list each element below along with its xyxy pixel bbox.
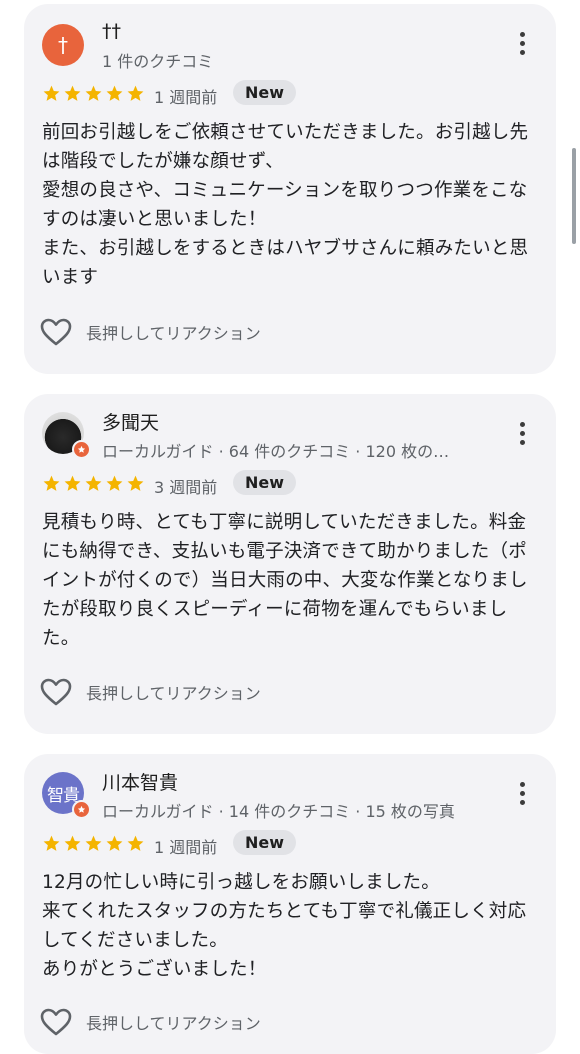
reaction-label: 長押ししてリアクション — [86, 1014, 261, 1033]
star-icon — [42, 474, 61, 493]
user-avatar[interactable]: † — [42, 24, 84, 66]
star-icon — [105, 834, 124, 853]
user-avatar[interactable] — [42, 412, 91, 459]
avatar-initial: † — [58, 33, 68, 57]
reviewer-name[interactable]: †† — [102, 20, 121, 42]
review-card: 多聞天 ローカルガイド · 64 件のクチコミ · 120 枚の… 3 週間前 … — [24, 394, 556, 734]
star-icon — [42, 84, 61, 103]
reviewer-name[interactable]: 川本智貴 — [102, 768, 178, 795]
new-badge: New — [233, 830, 297, 855]
review-text: 12月の忙しい時に引っ越しをお願いしました。 来てくれたスタッフの方たちとても丁… — [42, 872, 527, 980]
star-rating — [42, 834, 145, 853]
more-options-icon[interactable] — [512, 418, 532, 448]
star-icon — [84, 474, 103, 493]
star-rating — [42, 84, 145, 103]
star-icon — [84, 834, 103, 853]
review-text: 見積もり時、とても丁寧に説明していただきました。料金にも納得でき、支払いも電子決… — [42, 512, 528, 649]
heart-icon — [40, 1008, 72, 1036]
more-options-icon[interactable] — [512, 28, 532, 58]
reviewer-name[interactable]: 多聞天 — [102, 408, 159, 435]
star-icon — [84, 84, 103, 103]
star-icon — [63, 834, 82, 853]
reviewer-meta: 1 件のクチコミ — [102, 52, 214, 71]
reaction-button[interactable]: 長押ししてリアクション — [40, 1008, 261, 1036]
reaction-button[interactable]: 長押ししてリアクション — [40, 678, 261, 706]
new-badge: New — [233, 80, 297, 105]
reaction-label: 長押ししてリアクション — [86, 684, 261, 703]
star-icon — [126, 834, 145, 853]
review-card: 智貴 川本智貴 ローカルガイド · 14 件のクチコミ · 15 枚の写真 1 … — [24, 754, 556, 1054]
more-options-icon[interactable] — [512, 778, 532, 808]
reaction-label: 長押ししてリアクション — [86, 324, 261, 343]
review-text: 前回お引越しをご依頼させていただきました。お引越し先は階段でしたが嫌な顔せず、 … — [42, 122, 529, 288]
local-guide-badge-icon — [72, 800, 91, 819]
star-icon — [105, 84, 124, 103]
star-icon — [63, 474, 82, 493]
star-icon — [42, 834, 61, 853]
star-icon — [63, 84, 82, 103]
star-icon — [126, 474, 145, 493]
reviewer-meta: ローカルガイド · 14 件のクチコミ · 15 枚の写真 — [102, 802, 455, 821]
scrollbar[interactable] — [572, 148, 576, 244]
star-rating — [42, 474, 145, 493]
review-card: † †† 1 件のクチコミ 1 週間前 New 前回お引越しをご依頼させていただ… — [24, 4, 556, 374]
review-time: 1 週間前 — [154, 88, 218, 107]
heart-icon — [40, 678, 72, 706]
user-avatar[interactable]: 智貴 — [42, 772, 91, 819]
review-time: 1 週間前 — [154, 838, 218, 857]
reaction-button[interactable]: 長押ししてリアクション — [40, 318, 261, 346]
reviewer-meta: ローカルガイド · 64 件のクチコミ · 120 枚の… — [102, 442, 450, 461]
heart-icon — [40, 318, 72, 346]
star-icon — [126, 84, 145, 103]
star-icon — [105, 474, 124, 493]
review-time: 3 週間前 — [154, 478, 218, 497]
new-badge: New — [233, 470, 297, 495]
local-guide-badge-icon — [72, 440, 91, 459]
